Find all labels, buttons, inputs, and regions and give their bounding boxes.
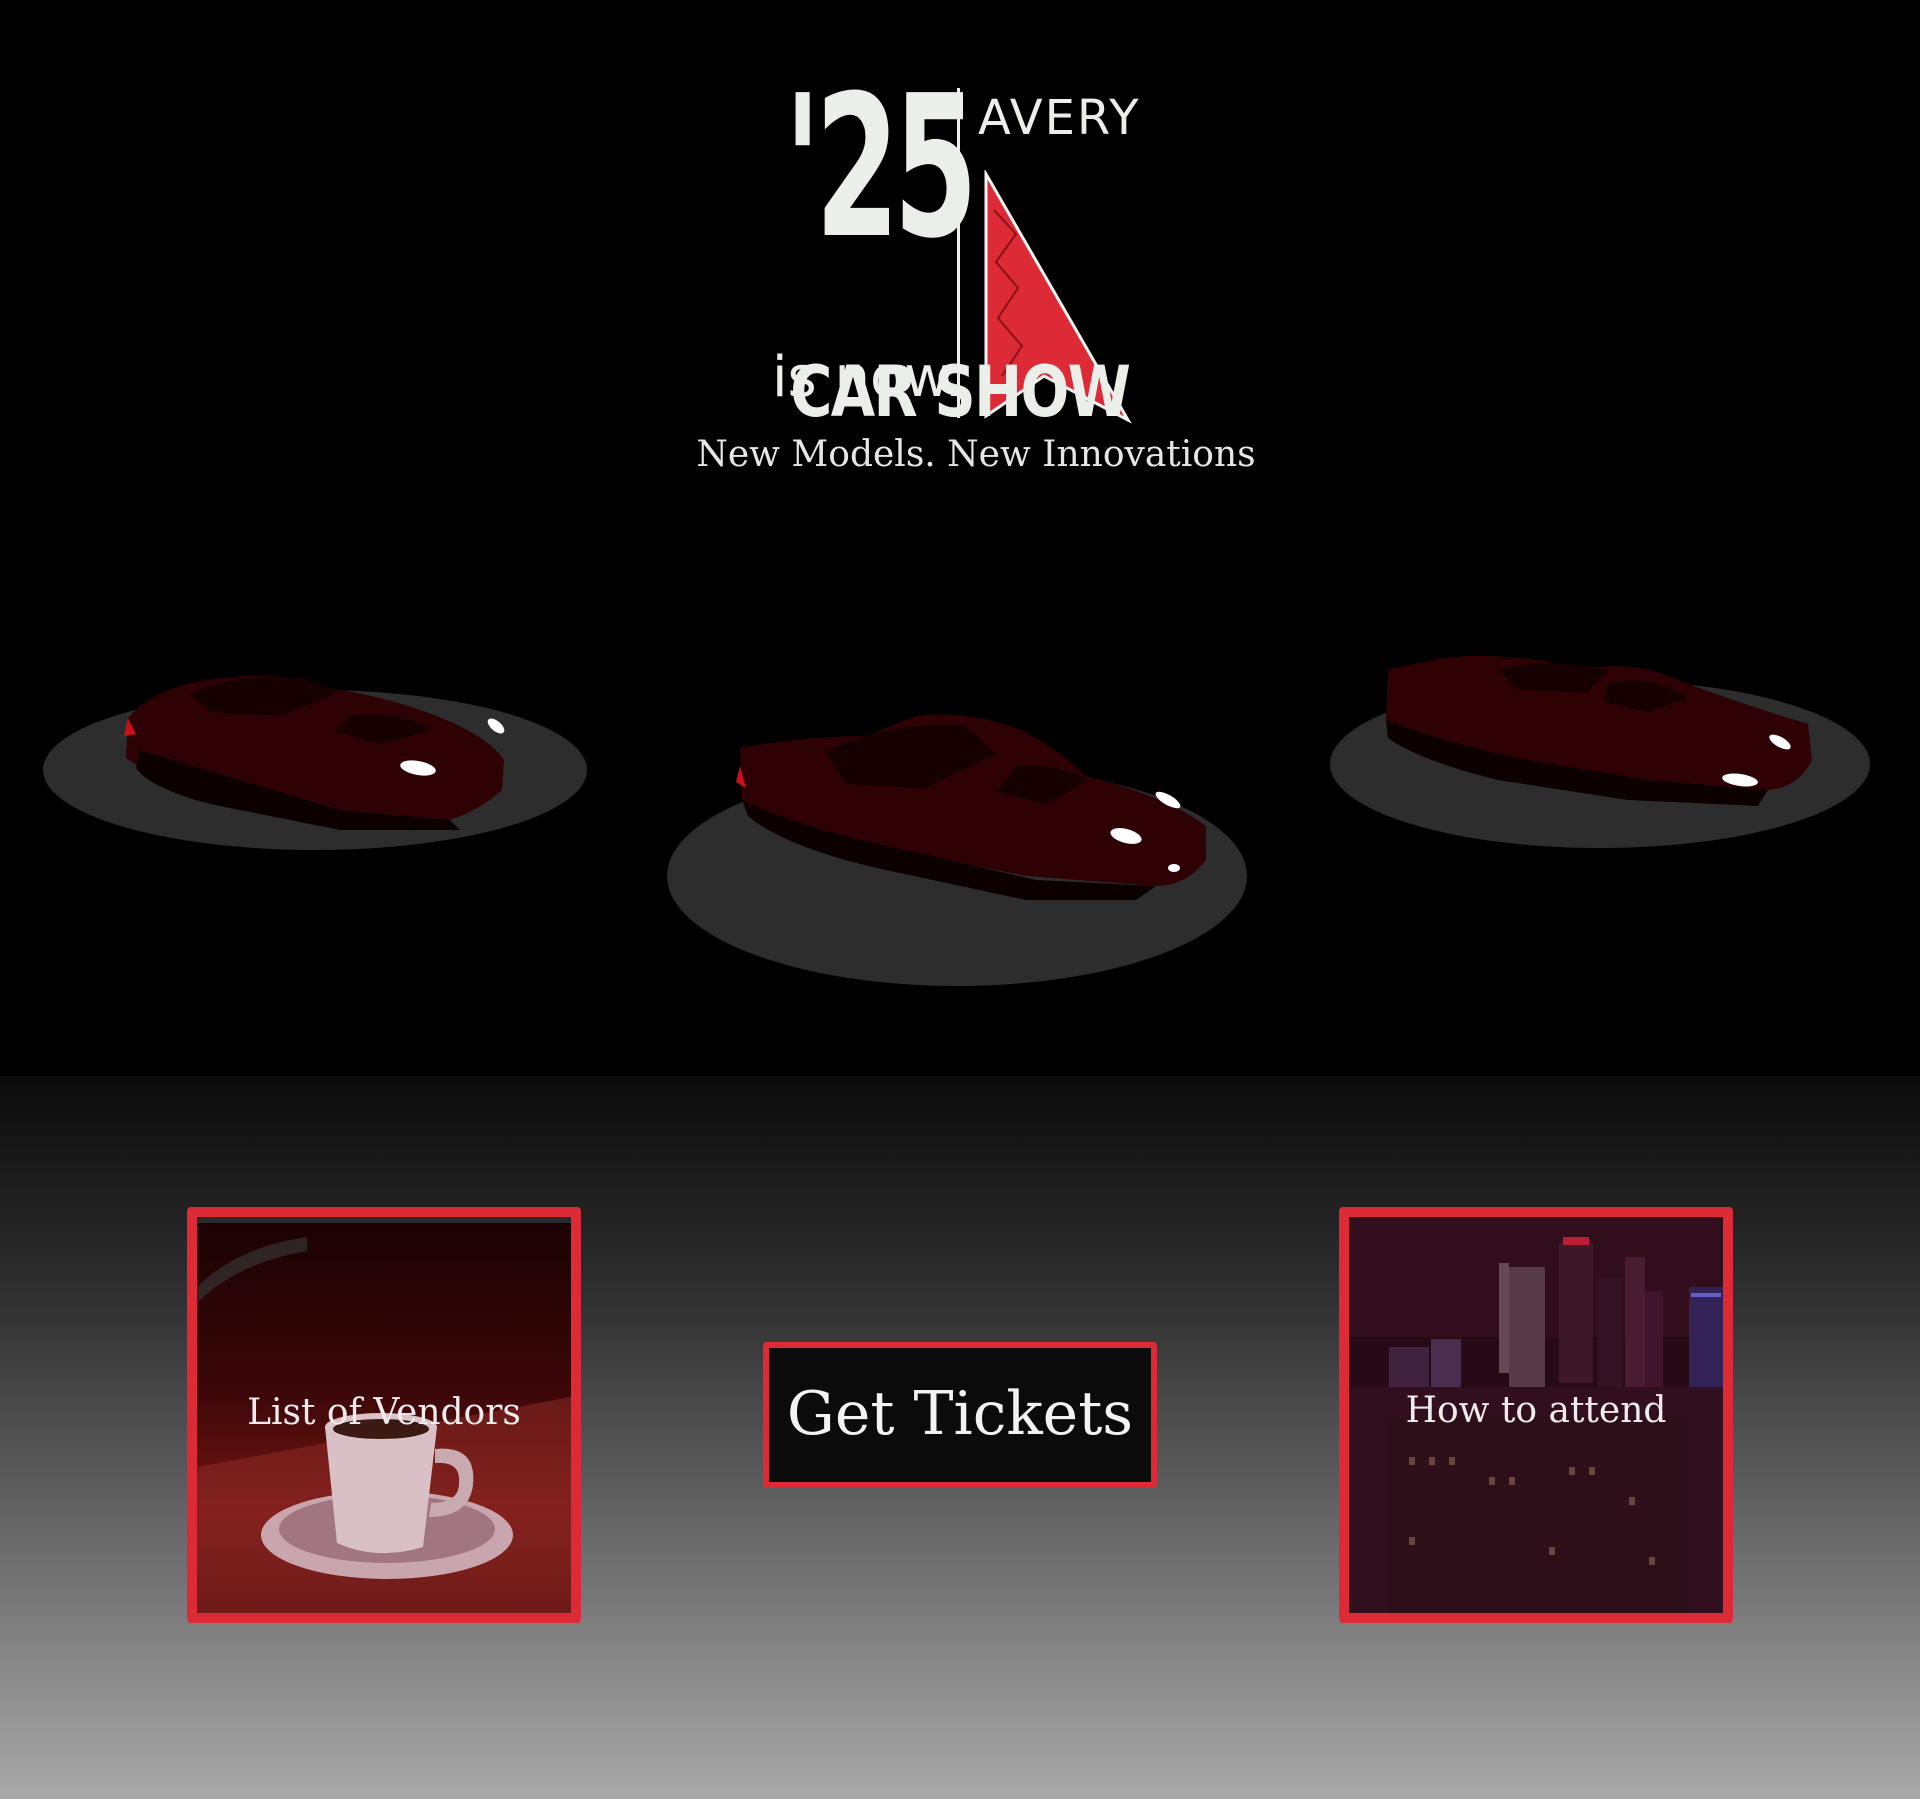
logo-year: '25 <box>784 54 978 282</box>
car-display-left[interactable] <box>40 620 600 890</box>
page: '25 is now. AVERY CAR SHOW New Models. N… <box>0 0 1920 1799</box>
how-to-attend-card[interactable]: How to attend <box>1339 1207 1733 1623</box>
get-tickets-button[interactable]: Get Tickets <box>763 1342 1157 1488</box>
vendors-label: List of Vendors <box>247 1392 521 1433</box>
hero-section: '25 is now. AVERY CAR SHOW New Models. N… <box>0 0 1920 1076</box>
car-display-right[interactable] <box>1328 640 1888 880</box>
page-title: CAR SHOW <box>790 351 1131 433</box>
vendors-card[interactable]: List of Vendors <box>187 1207 581 1623</box>
how-to-attend-label: How to attend <box>1405 1390 1667 1431</box>
logo-brand: AVERY <box>978 90 1141 146</box>
page-subtitle: New Models. New Innovations <box>696 434 1256 475</box>
car-display-center[interactable] <box>666 700 1266 1000</box>
